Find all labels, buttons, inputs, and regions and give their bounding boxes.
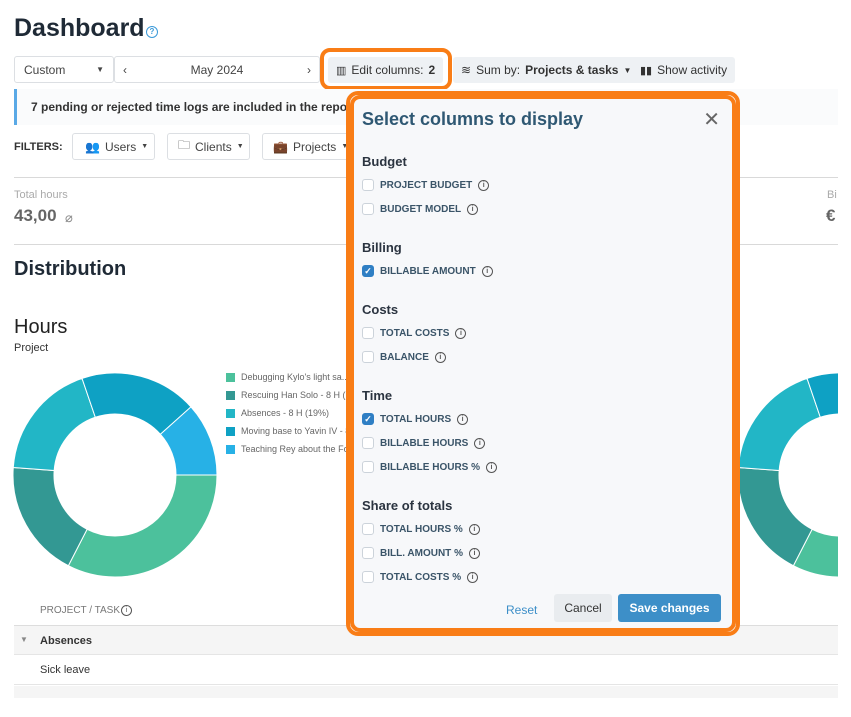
edit-columns-button[interactable]: ▥ Edit columns: 2	[328, 57, 444, 83]
average-icon: ⌀	[65, 210, 73, 225]
legend-swatch	[226, 408, 235, 418]
donut-slice[interactable]	[12, 467, 88, 567]
legend-item[interactable]: Debugging Kylo's light sa...	[226, 372, 349, 382]
folder-icon: 🗀	[178, 138, 191, 152]
chart-subtitle: Project	[14, 342, 49, 354]
total-hours-label: Total hours	[14, 189, 68, 201]
total-hours-value: 43,00	[14, 206, 57, 225]
users-filter[interactable]: 👥 Users ▼	[72, 133, 155, 160]
donut-slice[interactable]	[737, 377, 821, 472]
donut-slice[interactable]	[67, 474, 218, 578]
prev-month-button[interactable]: ‹	[123, 63, 127, 77]
legend-item[interactable]: Rescuing Han Solo - 8 H (19	[226, 390, 356, 400]
legend-swatch	[226, 390, 235, 400]
clients-filter[interactable]: 🗀 Clients ▼	[167, 133, 250, 160]
filters-label: FILTERS:	[14, 141, 63, 153]
columns-icon: ▥	[336, 64, 347, 77]
month-picker: ‹ May 2024 ›	[114, 56, 320, 83]
table-row[interactable]	[14, 686, 838, 698]
caret-down-icon: ▼	[623, 65, 632, 75]
hours-donut-chart	[12, 372, 218, 578]
caret-down-icon: ▼	[141, 143, 149, 150]
projects-filter[interactable]: 💼 Projects ▼	[262, 133, 352, 160]
legend-swatch	[226, 426, 235, 436]
next-month-button[interactable]: ›	[307, 63, 311, 77]
caret-down-icon: ▼	[96, 65, 104, 74]
info-icon: i	[121, 605, 132, 616]
bar-chart-icon: ▮▮	[640, 64, 653, 77]
period-select[interactable]: Custom ▼	[14, 56, 114, 83]
legend-item[interactable]: Moving base to Yavin IV - 8	[226, 426, 350, 436]
sum-by-button[interactable]: ≋ Sum by: Projects & tasks ▼	[453, 57, 640, 83]
legend-swatch	[226, 444, 235, 454]
layers-icon: ≋	[461, 63, 472, 77]
modal-highlight-frame	[346, 91, 740, 636]
project-task-header: PROJECT / TASK	[40, 605, 121, 616]
users-icon: 👥	[85, 139, 100, 154]
help-icon[interactable]: ?	[146, 26, 158, 38]
legend-swatch	[226, 372, 235, 382]
legend-item[interactable]: Absences - 8 H (19%)	[226, 408, 329, 418]
table-row[interactable]: Sick leave	[14, 655, 838, 685]
billable-label: Bi	[827, 189, 837, 201]
caret-down-icon: ▼	[236, 143, 244, 150]
legend-item[interactable]: Teaching Rey about the Fo...	[226, 444, 356, 454]
collapse-icon[interactable]: ▼	[20, 635, 28, 644]
distribution-title: Distribution	[14, 258, 127, 280]
page-title: Dashboard	[14, 14, 145, 42]
briefcase-icon: 💼	[273, 139, 288, 154]
chart-title: Hours	[14, 316, 68, 338]
billable-value: €	[826, 206, 836, 225]
show-activity-button[interactable]: ▮▮ Show activity	[632, 57, 736, 83]
donut-slice[interactable]	[737, 467, 813, 567]
donut-slice[interactable]	[12, 377, 96, 472]
